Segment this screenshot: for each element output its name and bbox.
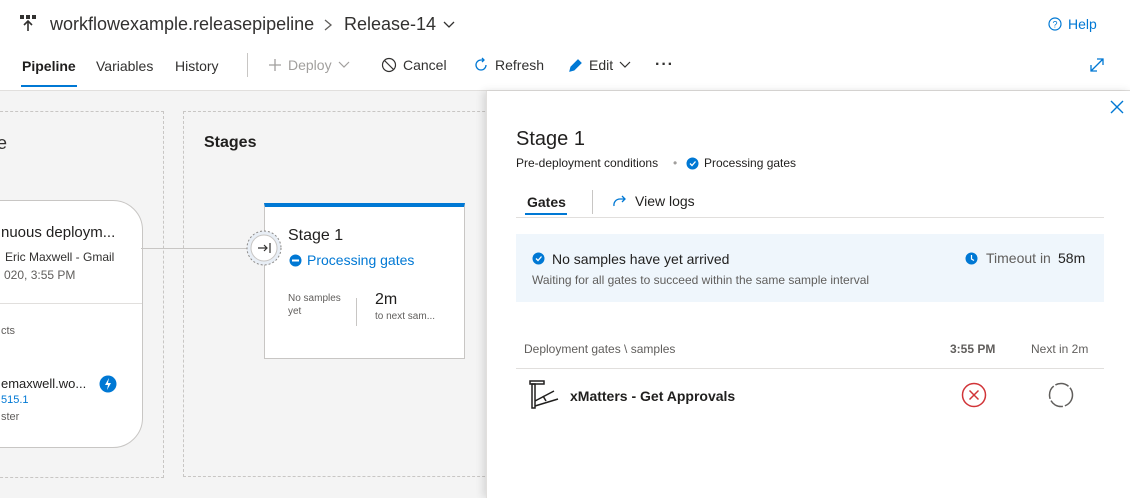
chevron-down-icon xyxy=(338,61,350,68)
release-trigger-title: nuous deploym... xyxy=(1,224,116,241)
deploy-button[interactable]: Deploy xyxy=(268,55,350,75)
error-circle-icon[interactable] xyxy=(961,382,987,408)
lightning-icon[interactable] xyxy=(99,375,117,393)
tab-history[interactable]: History xyxy=(175,58,219,74)
table-header-next: Next in 2m xyxy=(1031,342,1089,356)
view-logs-link[interactable]: View logs xyxy=(612,193,695,209)
stages-title: Stages xyxy=(204,134,257,151)
info-title: No samples have yet arrived xyxy=(552,251,730,267)
pipeline-name-link[interactable]: workflowexample.releasepipeline xyxy=(50,14,314,35)
link-arrow-icon xyxy=(613,195,626,207)
clock-icon xyxy=(965,252,978,265)
cancel-button[interactable]: Cancel xyxy=(381,55,447,75)
stage-samples-text: No samples yet xyxy=(288,293,341,317)
svg-text:?: ? xyxy=(1052,20,1057,30)
cancel-label: Cancel xyxy=(403,57,447,73)
timeout-label: Timeout in xyxy=(986,250,1051,266)
edit-label: Edit xyxy=(589,57,614,73)
refresh-button[interactable]: Refresh xyxy=(473,55,544,75)
timeout-value: 58m xyxy=(1058,250,1086,266)
chevron-right-icon xyxy=(324,19,333,31)
header: workflowexample.releasepipeline Release-… xyxy=(0,0,1130,91)
release-author: Eric Maxwell - Gmail xyxy=(5,250,115,264)
refresh-label: Refresh xyxy=(495,57,545,73)
tab-gates[interactable]: Gates xyxy=(527,194,566,210)
artifacts-section-label: cts xyxy=(1,325,16,337)
more-button[interactable]: ··· xyxy=(655,55,674,75)
panel-subtitle-status: Processing gates xyxy=(704,156,797,170)
card-divider xyxy=(0,303,142,304)
close-icon[interactable] xyxy=(1110,100,1124,114)
artifact-name[interactable]: emaxwell.wo... xyxy=(1,376,86,391)
edit-button[interactable]: Edit xyxy=(568,55,631,75)
stage-card[interactable]: Stage 1 Processing gates No samples yet … xyxy=(264,203,465,359)
view-logs-label: View logs xyxy=(635,193,695,209)
gate-icon[interactable] xyxy=(245,229,283,267)
gate-name: xMatters - Get Approvals xyxy=(570,388,736,404)
panel-title: Stage 1 xyxy=(516,128,585,150)
expand-icon[interactable] xyxy=(1088,56,1106,74)
tab-variables[interactable]: Variables xyxy=(96,58,153,74)
gates-info-box: No samples have yet arrived Waiting for … xyxy=(516,234,1104,302)
status-icon xyxy=(289,254,302,267)
more-label: ··· xyxy=(655,56,674,73)
artifact-branch: ster xyxy=(1,411,20,423)
panel-subtitle-dot: • xyxy=(673,156,678,170)
pending-circle-icon[interactable] xyxy=(1048,382,1074,408)
toolbar-divider xyxy=(247,53,248,77)
chevron-down-icon xyxy=(619,61,631,68)
release-name[interactable]: Release-14 xyxy=(344,14,436,35)
artifacts-title-fragment: e xyxy=(0,133,8,153)
cancel-icon xyxy=(381,57,397,73)
table-row[interactable]: xMatters - Get Approvals xyxy=(516,369,1104,421)
stage-status[interactable]: Processing gates xyxy=(307,252,414,268)
xmatters-icon xyxy=(529,380,559,409)
stage-divider xyxy=(356,298,357,326)
panel-subtitle-conditions: Pre-deployment conditions xyxy=(516,156,659,170)
refresh-icon xyxy=(475,57,487,71)
stage-time-value: 2m xyxy=(375,291,398,308)
help-icon: ? xyxy=(1048,17,1062,31)
tab-pipeline[interactable]: Pipeline xyxy=(22,58,76,74)
help-link[interactable]: ? Help xyxy=(1048,16,1097,32)
release-date: 020, 3:55 PM xyxy=(4,268,76,282)
connector-line xyxy=(141,248,251,249)
status-icon xyxy=(686,157,699,170)
table-header-time: 3:55 PM xyxy=(950,342,996,356)
plus-icon xyxy=(269,59,281,71)
artifact-version[interactable]: 515.1 xyxy=(1,394,29,406)
tab-gates-underline xyxy=(525,213,567,215)
chevron-down-icon[interactable] xyxy=(442,20,456,30)
pencil-icon xyxy=(569,58,582,72)
info-description: Waiting for all gates to succeed within … xyxy=(532,273,870,287)
table-header-gates: Deployment gates \ samples xyxy=(524,342,676,356)
stage-name: Stage 1 xyxy=(288,227,344,244)
deploy-label: Deploy xyxy=(288,57,332,73)
pipeline-canvas: e Stages nuous deploym... Eric Maxwell -… xyxy=(0,91,487,498)
tab-pipeline-underline xyxy=(21,85,77,87)
stage-details-panel: Stage 1 Pre-deployment conditions • Proc… xyxy=(486,91,1130,498)
stage-time-caption: to next sam... xyxy=(375,311,436,322)
help-label: Help xyxy=(1068,16,1097,32)
tabs-divider xyxy=(592,190,593,214)
artifact-card[interactable]: nuous deploym... Eric Maxwell - Gmail 02… xyxy=(0,200,143,448)
pipeline-icon xyxy=(20,15,36,31)
status-icon xyxy=(532,252,545,265)
tabs-bottom-border xyxy=(516,217,1104,218)
